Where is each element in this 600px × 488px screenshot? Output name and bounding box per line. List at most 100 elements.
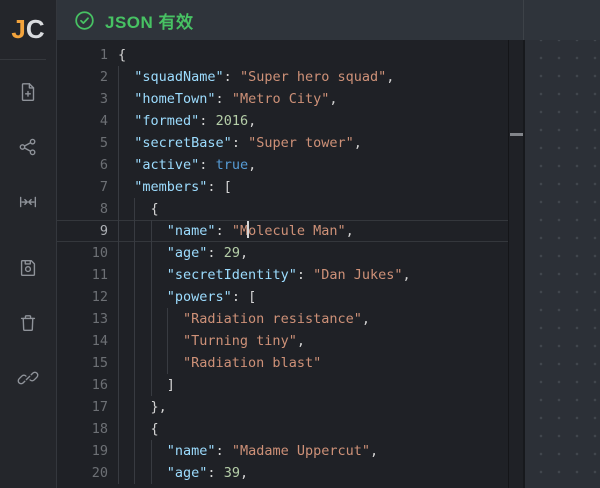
code-line[interactable]: 14 "Turning tiny",	[57, 330, 508, 352]
indent-guide	[134, 374, 135, 396]
indent-guide	[118, 352, 119, 374]
share-nodes-icon	[17, 136, 39, 163]
indent-guide	[151, 242, 152, 264]
indent-guide	[118, 88, 119, 110]
line-number: 6	[57, 154, 108, 176]
overview-cursor-marker	[510, 133, 523, 136]
indent-guide	[151, 264, 152, 286]
sidebar-item-new-document[interactable]	[17, 83, 39, 105]
graph-canvas[interactable]	[525, 40, 600, 488]
indent-guide	[134, 418, 135, 440]
editor-scrollbar[interactable]	[508, 40, 523, 488]
indent-guide	[118, 198, 119, 220]
indent-guide	[151, 440, 152, 462]
code-line[interactable]: 12 "powers": [	[57, 286, 508, 308]
indent-guide	[134, 462, 135, 484]
line-content: "active": true,	[108, 154, 508, 176]
indent-guide	[151, 308, 152, 330]
line-content: "age": 29,	[108, 242, 508, 264]
file-plus-icon	[17, 81, 39, 108]
code-line[interactable]: 8 {	[57, 198, 508, 220]
status-header: JSON 有效	[57, 0, 600, 40]
code-line[interactable]: 15 "Radiation blast"	[57, 352, 508, 374]
line-content: "Radiation resistance",	[108, 308, 508, 330]
code-line[interactable]: 4 "formed": 2016,	[57, 110, 508, 132]
indent-guide	[151, 286, 152, 308]
sidebar: JC	[0, 0, 57, 488]
code-line[interactable]: 19 "name": "Madame Uppercut",	[57, 440, 508, 462]
code-line[interactable]: 6 "active": true,	[57, 154, 508, 176]
code-line[interactable]: 10 "age": 29,	[57, 242, 508, 264]
line-content: ]	[108, 374, 508, 396]
main-panel: JSON 有效 1{2 "squadName": "Super hero squ…	[57, 0, 600, 488]
line-content: "Turning tiny",	[108, 330, 508, 352]
line-content: "squadName": "Super hero squad",	[108, 66, 508, 88]
line-content: {	[108, 418, 508, 440]
logo-letter-j: J	[11, 14, 25, 45]
app-window: JC JSON 有效 1{2 "squadName": "Super hero …	[0, 0, 600, 488]
code-line[interactable]: 17 },	[57, 396, 508, 418]
line-number: 20	[57, 462, 108, 484]
line-number: 15	[57, 352, 108, 374]
sidebar-item-share-link[interactable]	[17, 369, 39, 391]
line-content: "homeTown": "Metro City",	[108, 88, 508, 110]
indent-guide	[134, 286, 135, 308]
indent-guide	[118, 418, 119, 440]
app-logo[interactable]: JC	[0, 0, 56, 59]
line-content: "secretBase": "Super tower",	[108, 132, 508, 154]
code-line[interactable]: 2 "squadName": "Super hero squad",	[57, 66, 508, 88]
indent-guide	[134, 198, 135, 220]
line-content: "name": "Madame Uppercut",	[108, 440, 508, 462]
indent-guide	[118, 242, 119, 264]
save-icon	[17, 257, 39, 284]
line-number: 8	[57, 198, 108, 220]
code-line[interactable]: 9 "name": "Molecule Man",	[57, 220, 508, 242]
indent-guide	[118, 396, 119, 418]
sidebar-item-delete[interactable]	[17, 314, 39, 336]
line-number: 18	[57, 418, 108, 440]
indent-guide	[118, 374, 119, 396]
line-number: 4	[57, 110, 108, 132]
indent-guide	[151, 374, 152, 396]
check-circle-icon	[74, 10, 95, 31]
code-line[interactable]: 3 "homeTown": "Metro City",	[57, 88, 508, 110]
code-line[interactable]: 20 "age": 39,	[57, 462, 508, 484]
code-line[interactable]: 11 "secretIdentity": "Dan Jukes",	[57, 264, 508, 286]
line-number: 13	[57, 308, 108, 330]
sidebar-item-fold-editor[interactable]	[17, 193, 39, 215]
code-line[interactable]: 16 ]	[57, 374, 508, 396]
line-number: 2	[57, 66, 108, 88]
indent-guide	[134, 440, 135, 462]
indent-guide	[118, 132, 119, 154]
code-line[interactable]: 13 "Radiation resistance",	[57, 308, 508, 330]
indent-guide	[134, 352, 135, 374]
line-content: "secretIdentity": "Dan Jukes",	[108, 264, 508, 286]
link-icon	[17, 367, 39, 394]
line-number: 10	[57, 242, 108, 264]
code-line[interactable]: 5 "secretBase": "Super tower",	[57, 132, 508, 154]
trash-icon	[17, 312, 39, 339]
code-line[interactable]: 1{	[57, 44, 508, 66]
sidebar-item-graph-share[interactable]	[17, 138, 39, 160]
indent-guide	[167, 308, 168, 330]
indent-guide	[167, 330, 168, 352]
sidebar-item-save[interactable]	[17, 259, 39, 281]
code-lines: 1{2 "squadName": "Super hero squad",3 "h…	[57, 40, 523, 484]
sidebar-icon-list	[17, 83, 39, 391]
code-line[interactable]: 18 {	[57, 418, 508, 440]
line-number: 7	[57, 176, 108, 198]
code-line[interactable]: 7 "members": [	[57, 176, 508, 198]
line-content: "name": "Molecule Man",	[108, 220, 508, 242]
indent-guide	[118, 220, 119, 242]
line-content: {	[108, 44, 508, 66]
json-code-editor[interactable]: 1{2 "squadName": "Super hero squad",3 "h…	[57, 40, 523, 488]
indent-guide	[134, 308, 135, 330]
line-content: "formed": 2016,	[108, 110, 508, 132]
line-number: 19	[57, 440, 108, 462]
line-number: 17	[57, 396, 108, 418]
line-number: 9	[57, 220, 108, 242]
line-number: 11	[57, 264, 108, 286]
line-number: 3	[57, 88, 108, 110]
logo-letter-c: C	[26, 14, 45, 45]
indent-guide	[118, 110, 119, 132]
